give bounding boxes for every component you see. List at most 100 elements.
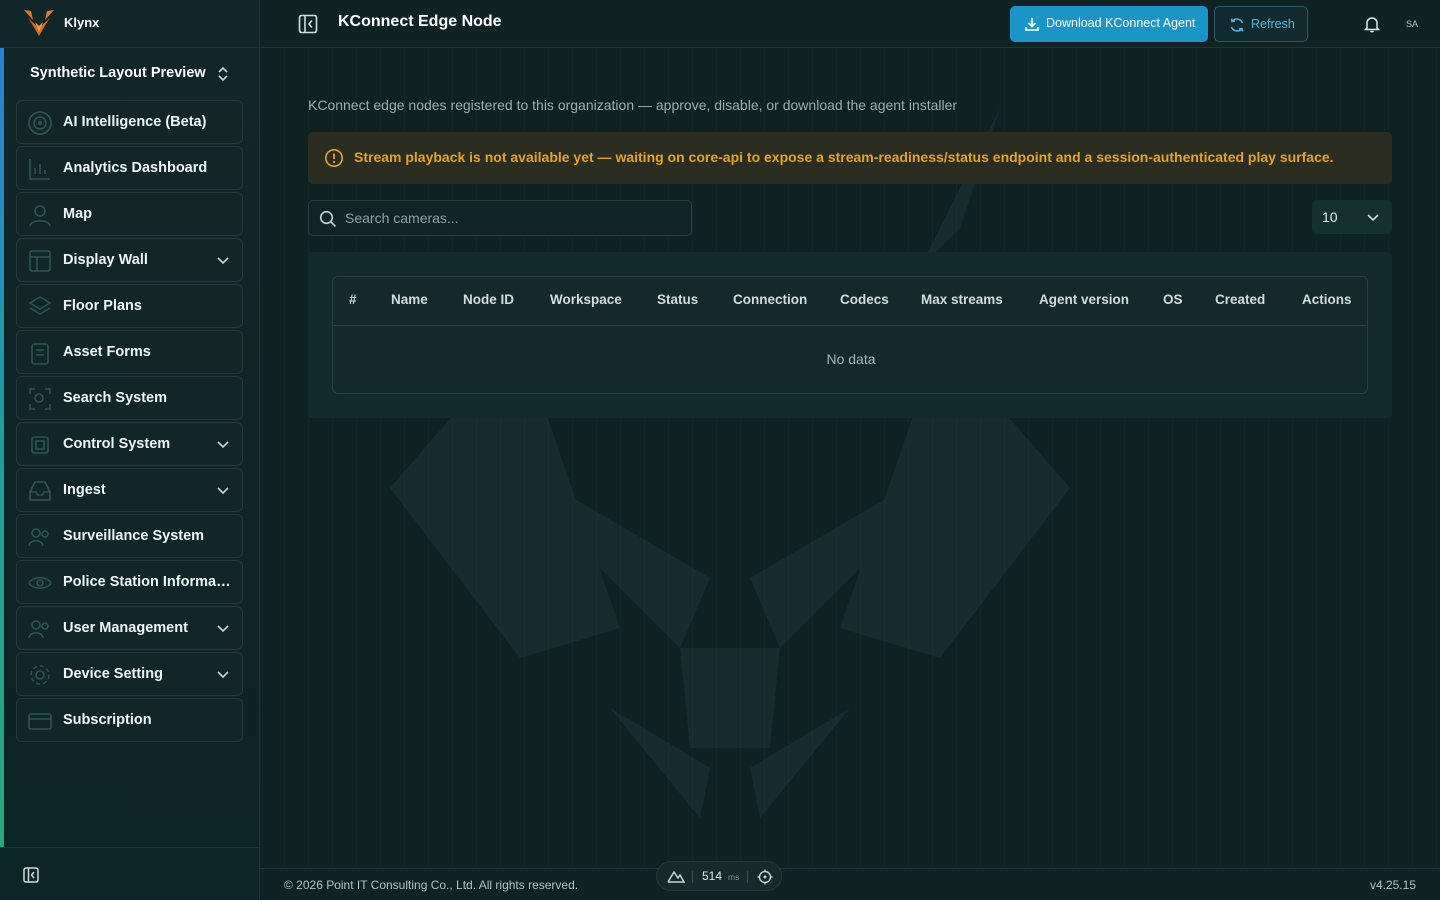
column-header-actions: Actions <box>1302 292 1352 307</box>
search-box <box>308 200 692 236</box>
column-header-os[interactable]: OS <box>1163 292 1183 307</box>
sidebar-nav: AI Intelligence (Beta) Analytics Dashboa… <box>16 100 243 744</box>
sidebar-item-analytics-dashboard[interactable]: Analytics Dashboard <box>16 146 243 190</box>
column-header-status[interactable]: Status <box>657 292 698 307</box>
page-description: KConnect edge nodes registered to this o… <box>308 97 958 113</box>
column-header-connection[interactable]: Connection <box>733 292 807 307</box>
top-bar: KConnect Edge Node Download KConnect Age… <box>260 0 1440 48</box>
table-panel: # Name Node ID Workspace Status Connecti… <box>308 252 1392 418</box>
credit-card-icon <box>28 713 52 730</box>
target-icon <box>28 111 52 135</box>
org-name: Synthetic Layout Preview <box>30 65 206 81</box>
org-switcher[interactable]: Synthetic Layout Preview <box>16 56 244 92</box>
sidebar-item-label: Surveillance System <box>63 528 205 544</box>
chip-icon <box>31 436 49 454</box>
crosshair-icon[interactable] <box>757 869 773 885</box>
sidebar-item-label: Ingest <box>63 482 106 498</box>
sidebar-item-label: Search System <box>63 390 167 406</box>
copyright-text: © 2026 Point IT Consulting Co., Ltd. All… <box>284 878 579 892</box>
page-size-select[interactable]: 10 <box>1312 200 1392 234</box>
column-header-codecs[interactable]: Codecs <box>840 292 889 307</box>
warning-alert: Stream playback is not available yet — w… <box>308 132 1392 184</box>
edge-nodes-table: # Name Node ID Workspace Status Connecti… <box>332 276 1368 394</box>
sidebar-toggle-icon[interactable] <box>298 14 318 34</box>
sidebar-item-search-system[interactable]: Search System <box>16 376 243 420</box>
sidebar-item-ingest[interactable]: Ingest <box>16 468 243 512</box>
column-header-name[interactable]: Name <box>391 292 428 307</box>
chart-icon <box>29 159 50 180</box>
page-size-value: 10 <box>1322 209 1338 225</box>
inbox-icon <box>29 481 51 501</box>
sidebar-item-ai-intelligence[interactable]: AI Intelligence (Beta) <box>16 100 243 144</box>
page-footer: © 2026 Point IT Consulting Co., Ltd. All… <box>260 868 1440 900</box>
chevron-down-icon <box>217 257 229 265</box>
chevrons-up-down-icon <box>218 66 228 82</box>
map-pin-icon <box>29 205 51 227</box>
mountain-logo-icon <box>667 870 685 883</box>
avatar[interactable]: SA <box>1400 12 1424 36</box>
sidebar-item-police-station[interactable]: Police Station Informati... <box>16 560 243 604</box>
sidebar: Klynx Synthetic Layout Preview AI Intell… <box>0 0 260 900</box>
column-header-max-streams[interactable]: Max streams <box>921 292 1003 307</box>
sidebar-item-surveillance-system[interactable]: Surveillance System <box>16 514 243 558</box>
download-agent-label: Download KConnect Agent <box>1046 16 1196 30</box>
refresh-icon <box>1230 18 1244 32</box>
layout-icon <box>29 250 51 272</box>
refresh-label: Refresh <box>1251 17 1295 31</box>
column-header-agent-version[interactable]: Agent version <box>1039 292 1129 307</box>
alert-circle-icon <box>325 149 343 167</box>
divider <box>692 871 693 883</box>
sidebar-item-label: User Management <box>63 620 188 636</box>
sidebar-item-device-setting[interactable]: Device Setting <box>16 652 243 696</box>
sidebar-item-label: Device Setting <box>63 666 163 682</box>
sidebar-item-display-wall[interactable]: Display Wall <box>16 238 243 282</box>
sidebar-item-label: Control System <box>63 436 171 452</box>
warning-text: Stream playback is not available yet — w… <box>354 149 1334 165</box>
sidebar-item-label: Police Station Informati... <box>63 574 233 590</box>
chevron-down-icon <box>1367 214 1379 222</box>
clipboard-icon <box>31 343 49 365</box>
sidebar-item-label: AI Intelligence (Beta) <box>63 114 207 130</box>
layers-icon <box>28 296 52 315</box>
divider <box>747 871 748 883</box>
gear-icon <box>30 665 50 685</box>
chevron-down-icon <box>217 487 229 495</box>
refresh-button[interactable]: Refresh <box>1214 6 1308 42</box>
sidebar-item-user-management[interactable]: User Management <box>16 606 243 650</box>
latency-value: 514 <box>702 869 723 883</box>
latency-unit: ms <box>728 872 740 882</box>
users-icon <box>28 528 49 547</box>
sidebar-footer <box>0 847 260 900</box>
sidebar-item-subscription[interactable]: Subscription <box>16 698 243 742</box>
sidebar-item-label: Map <box>63 206 92 222</box>
search-icon <box>319 210 337 228</box>
performance-widget[interactable]: 514 ms <box>656 861 782 891</box>
sidebar-item-control-system[interactable]: Control System <box>16 422 243 466</box>
download-icon <box>1025 18 1039 31</box>
page-title: KConnect Edge Node <box>338 13 502 30</box>
collapse-sidebar-icon[interactable] <box>23 867 39 883</box>
sidebar-item-map[interactable]: Map <box>16 192 243 236</box>
sidebar-item-label: Display Wall <box>63 252 148 268</box>
sidebar-item-label: Floor Plans <box>63 298 142 314</box>
search-input[interactable] <box>345 201 685 235</box>
sidebar-item-label: Subscription <box>63 712 152 728</box>
column-header-index[interactable]: # <box>349 292 357 307</box>
sidebar-item-floor-plans[interactable]: Floor Plans <box>16 284 243 328</box>
brand-name: Klynx <box>64 15 100 30</box>
column-header-node-id[interactable]: Node ID <box>463 292 514 307</box>
main-content: KConnect edge nodes registered to this o… <box>260 48 1440 868</box>
chevron-down-icon <box>217 441 229 449</box>
table-header: # Name Node ID Workspace Status Connecti… <box>333 277 1367 326</box>
download-agent-button[interactable]: Download KConnect Agent <box>1010 6 1208 42</box>
scan-search-icon <box>29 388 51 410</box>
chevron-down-icon <box>217 625 229 633</box>
column-header-workspace[interactable]: Workspace <box>550 292 622 307</box>
brand[interactable]: Klynx <box>0 0 260 48</box>
fox-logo-icon <box>24 10 54 36</box>
sidebar-item-asset-forms[interactable]: Asset Forms <box>16 330 243 374</box>
column-header-created[interactable]: Created <box>1215 292 1265 307</box>
sidebar-item-label: Analytics Dashboard <box>63 160 208 176</box>
notification-bell-icon[interactable] <box>1364 15 1380 33</box>
empty-state-text: No data <box>826 351 876 367</box>
